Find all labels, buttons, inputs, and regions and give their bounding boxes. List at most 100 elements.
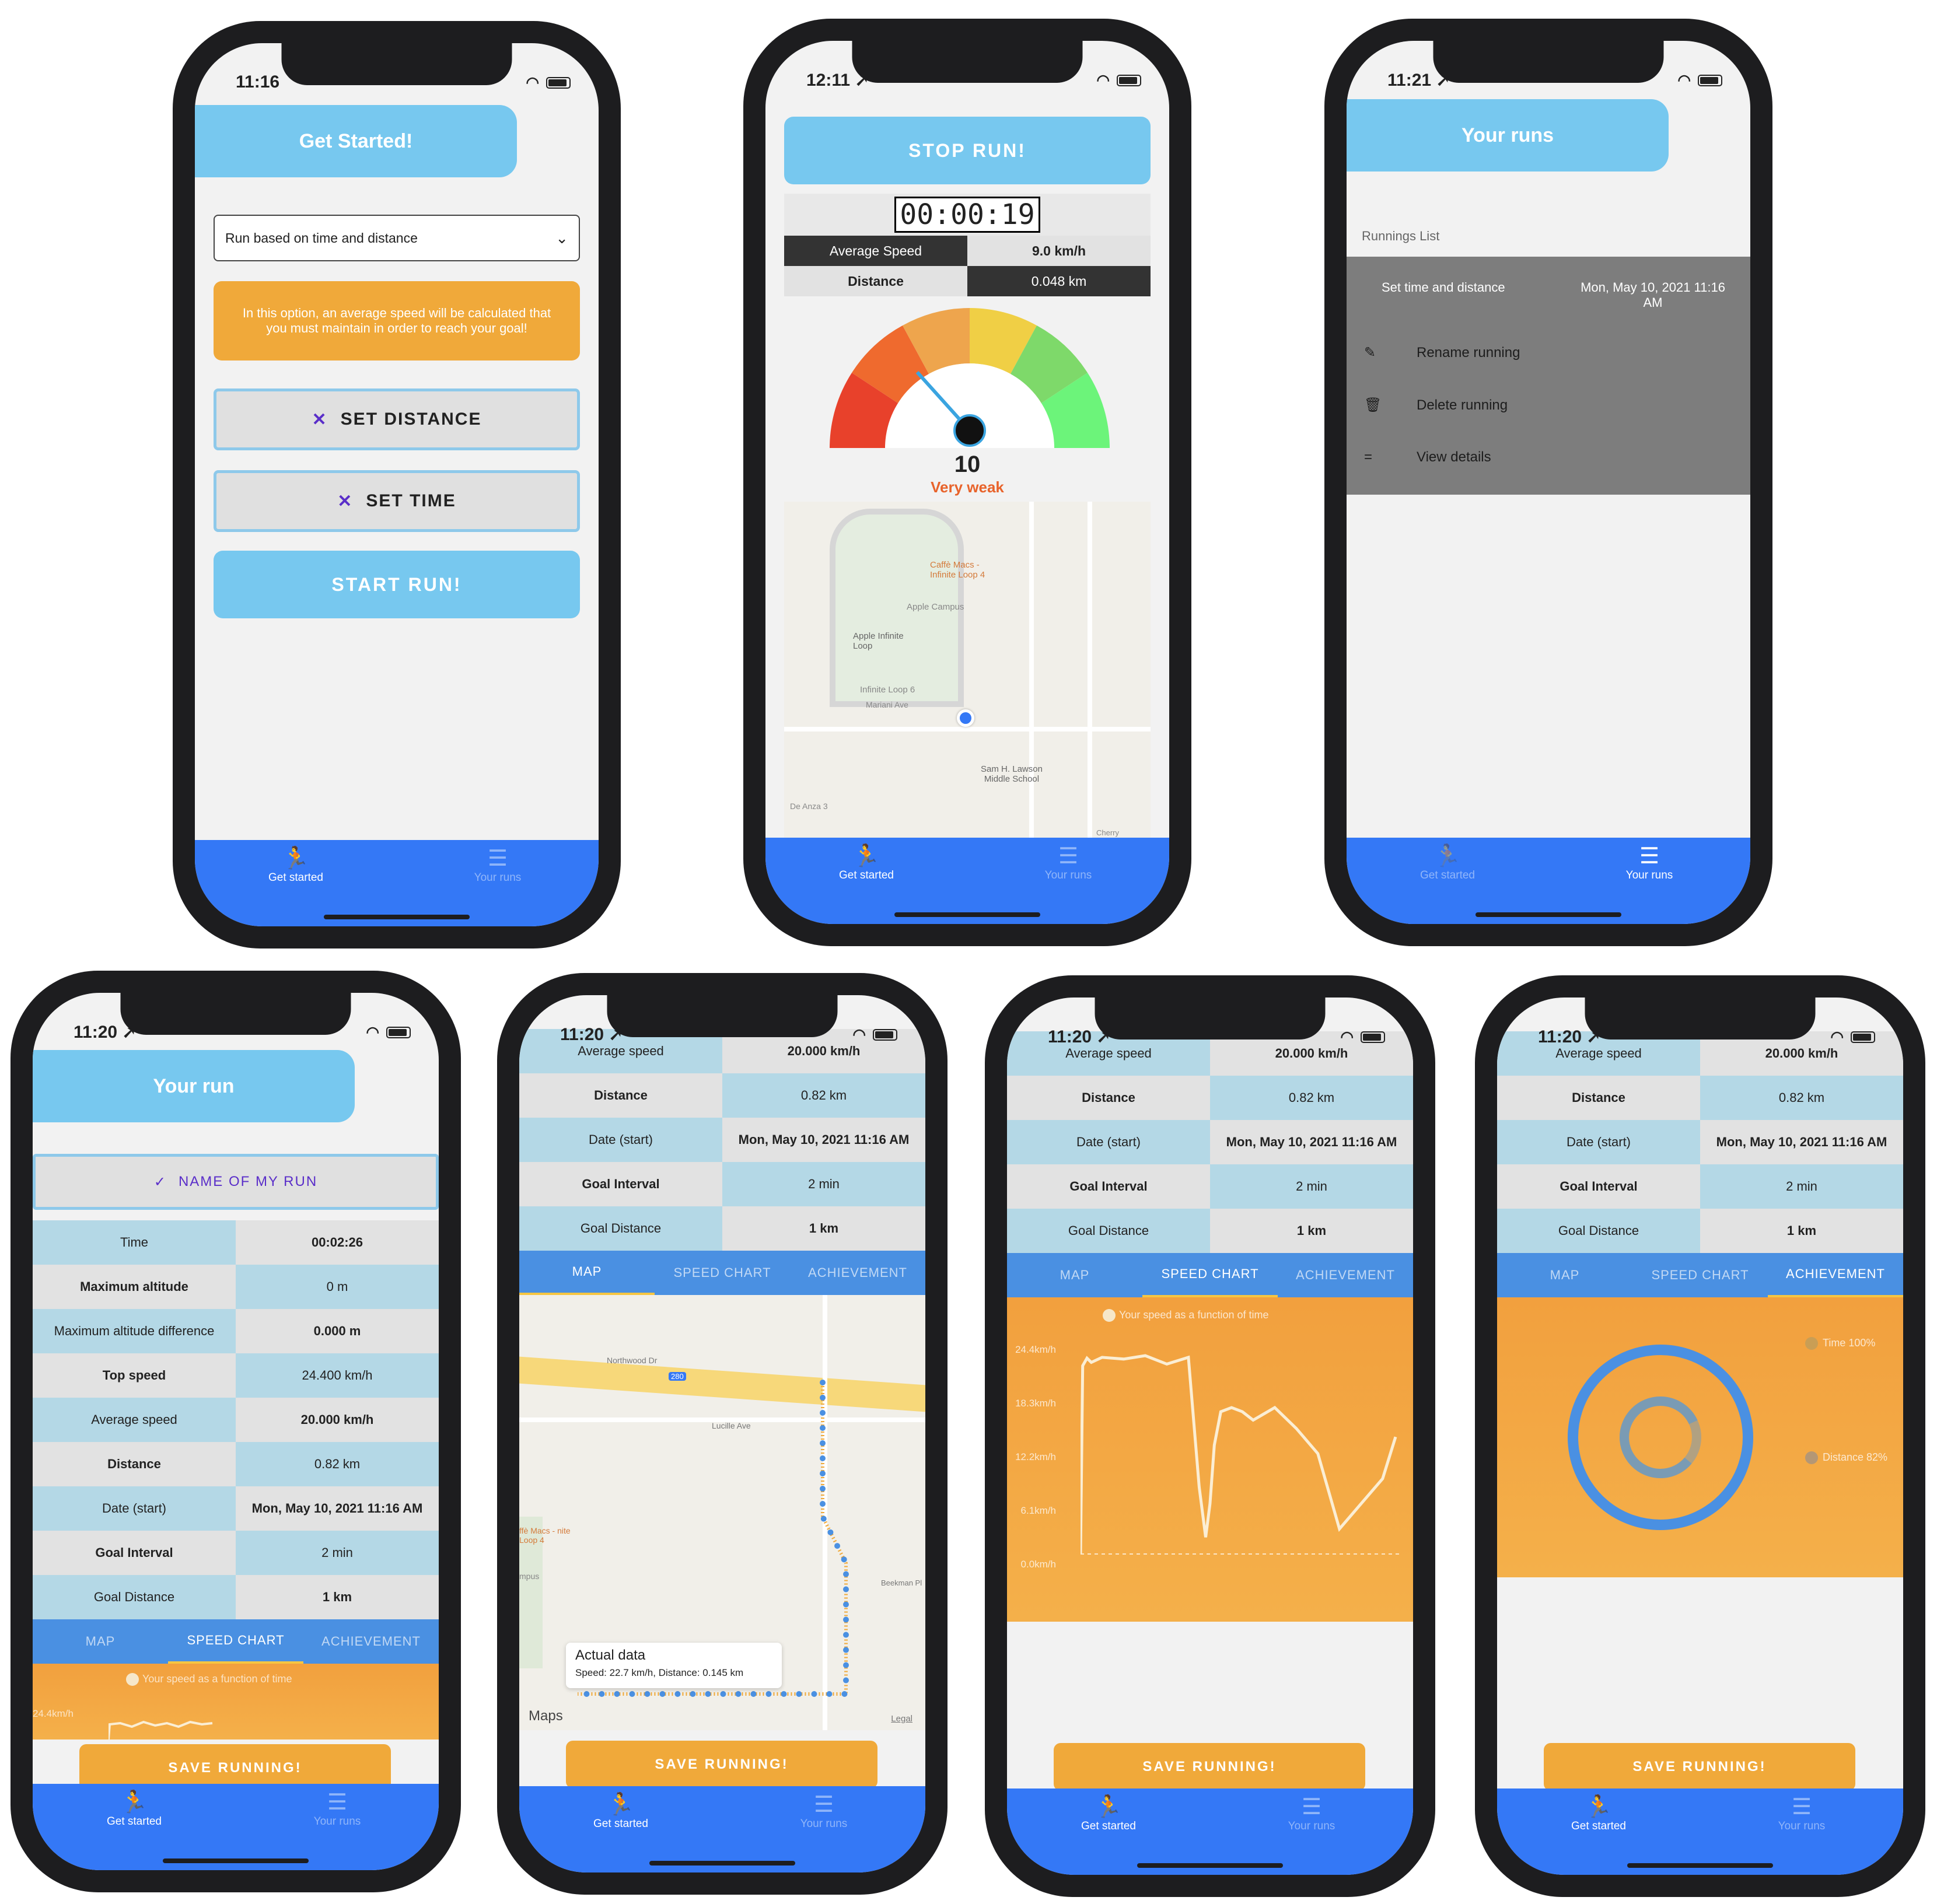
home-indicator xyxy=(894,912,1040,917)
cell-value: 0.000 m xyxy=(236,1309,439,1353)
y-tick: 24.4km/h xyxy=(1015,1344,1056,1355)
home-indicator xyxy=(649,1861,795,1866)
tab-map[interactable]: MAP xyxy=(1497,1253,1632,1297)
list-icon: ☰ xyxy=(813,1793,834,1817)
maps-logo: Maps xyxy=(529,1708,563,1724)
gauge-value: 10 xyxy=(954,452,981,477)
set-time-button[interactable]: ✕ SET TIME xyxy=(214,470,580,532)
tab-speed-chart[interactable]: SPEED CHART xyxy=(1142,1253,1278,1297)
name-run-button[interactable]: ✓ NAME OF MY RUN xyxy=(33,1154,439,1210)
tab-get-started[interactable]: 🏃 Get started xyxy=(765,844,967,882)
legal-link[interactable]: Legal xyxy=(891,1714,912,1724)
running-list-item[interactable]: Set time and distance Mon, May 10, 2021 … xyxy=(1347,257,1750,495)
tab-get-started[interactable]: 🏃 Get started xyxy=(1007,1794,1210,1833)
y-tick: 18.3km/h xyxy=(1015,1398,1056,1409)
cell-label: Goal Interval xyxy=(1007,1164,1210,1209)
tab-get-started[interactable]: 🏃 Get started xyxy=(1497,1794,1700,1833)
tab-your-runs[interactable]: ☰ Your runs xyxy=(722,1792,925,1831)
speed-line xyxy=(109,1720,213,1740)
tab-achievement[interactable]: ACHIEVEMENT xyxy=(1278,1253,1413,1297)
set-distance-button[interactable]: ✕ SET DISTANCE xyxy=(214,388,580,450)
tab-map[interactable]: MAP xyxy=(519,1251,655,1295)
table-row: Goal Distance 1 km xyxy=(519,1206,925,1251)
route-map[interactable]: Northwood Dr 280 Lucille Ave Beekman Pl … xyxy=(519,1295,925,1730)
home-indicator xyxy=(163,1859,309,1863)
tab-speed-chart[interactable]: SPEED CHART xyxy=(1632,1253,1768,1297)
map-label: Infinite Loop 6 xyxy=(860,685,915,695)
map-label: Cherry xyxy=(1096,828,1120,837)
tab-your-runs[interactable]: ☰ Your runs xyxy=(236,1790,439,1828)
time-ring xyxy=(1567,1345,1753,1530)
cell-label: Date (start) xyxy=(519,1118,722,1162)
timer: 00:00:19 xyxy=(894,197,1040,233)
speed-series-line xyxy=(1081,1354,1397,1555)
start-run-button[interactable]: START RUN! xyxy=(214,551,580,618)
mode-select[interactable]: Run based on time and distance ⌄ xyxy=(214,215,580,261)
tab-get-started[interactable]: 🏃 Get started xyxy=(195,846,397,884)
tab-bar: 🏃 Get started ☰ Your runs xyxy=(765,838,1169,924)
save-running-button[interactable]: SAVE RUNNING! xyxy=(1054,1743,1365,1791)
legend-label: Your speed as a function of time xyxy=(142,1673,292,1685)
distance-row: Distance 0.048 km xyxy=(784,266,1151,296)
cell-label: Distance xyxy=(519,1073,722,1118)
cell-value: 00:02:26 xyxy=(236,1220,439,1265)
cell-value: Mon, May 10, 2021 11:16 AM xyxy=(722,1118,925,1162)
tab-get-started[interactable]: 🏃 Get started xyxy=(1347,844,1548,882)
map-view[interactable]: Caffè Macs - Infinite Loop 4 Apple Campu… xyxy=(784,502,1151,856)
notch xyxy=(120,993,351,1035)
save-running-button[interactable]: SAVE RUNNING! xyxy=(566,1741,877,1788)
tab-map[interactable]: MAP xyxy=(33,1619,168,1664)
tab-achievement[interactable]: ACHIEVEMENT xyxy=(790,1251,925,1295)
menu-label: Delete running xyxy=(1417,397,1508,413)
battery-icon xyxy=(873,1028,897,1041)
cell-value: 0 m xyxy=(236,1265,439,1309)
tab-your-runs[interactable]: ☰ Your runs xyxy=(397,846,599,884)
map-label: Sam H. Lawson Middle School xyxy=(981,764,1043,784)
battery-icon xyxy=(1361,1031,1385,1043)
speed-chart-preview: Your speed as a function of time 24.4km/… xyxy=(33,1664,439,1740)
tab-achievement[interactable]: ACHIEVEMENT xyxy=(1768,1253,1903,1297)
tab-achievement[interactable]: ACHIEVEMENT xyxy=(303,1619,439,1664)
tab-your-runs[interactable]: ☰ Your runs xyxy=(1548,844,1750,882)
cell-label: Goal Interval xyxy=(33,1531,236,1575)
runner-icon: 🏃 xyxy=(120,1790,148,1815)
y-tick: 0.0km/h xyxy=(1020,1559,1056,1570)
tab-get-started[interactable]: 🏃 Get started xyxy=(519,1792,722,1831)
table-row: Date (start) Mon, May 10, 2021 11:16 AM xyxy=(519,1118,925,1162)
tab-label: Get started xyxy=(268,872,323,884)
cell-value: 24.400 km/h xyxy=(236,1353,439,1398)
tab-your-runs[interactable]: ☰ Your runs xyxy=(1700,1794,1903,1833)
cell-label: Goal Distance xyxy=(519,1206,722,1251)
table-row: Goal Distance 1 km xyxy=(33,1575,439,1619)
notch xyxy=(607,995,838,1037)
map-label: Mariani Ave xyxy=(866,700,908,709)
tab-get-started[interactable]: 🏃 Get started xyxy=(33,1790,236,1828)
view-details-item[interactable]: = View details xyxy=(1364,449,1491,466)
running-name: Set time and distance xyxy=(1382,280,1505,295)
screen: 11:20 ➚ ◠ Average speed 20.000 km/h Dista… xyxy=(519,995,925,1873)
map-label: mpus xyxy=(519,1572,540,1581)
tab-your-runs[interactable]: ☰ Your runs xyxy=(967,844,1169,882)
cell-value: 2 min xyxy=(1210,1164,1413,1209)
stop-run-button[interactable]: STOP RUN! xyxy=(784,117,1151,184)
cell-value: 0.82 km xyxy=(1700,1076,1903,1120)
cell-value: 1 km xyxy=(722,1206,925,1251)
tab-speed-chart[interactable]: SPEED CHART xyxy=(168,1619,303,1664)
tab-bar: 🏃 Get started ☰ Your runs xyxy=(195,840,599,926)
screen: 11:21 ➚ ◠ Your runs Runnings List Set ti… xyxy=(1347,41,1750,924)
legend-dot xyxy=(1805,1451,1818,1465)
phone-achievement: 11:20 ➚ ◠ Average speed 20.000 km/h Dista… xyxy=(1475,975,1925,1897)
rename-running-item[interactable]: ✎ Rename running xyxy=(1364,344,1520,361)
table-row: Date (start) Mon, May 10, 2021 11:16 AM xyxy=(1497,1120,1903,1164)
tab-your-runs[interactable]: ☰ Your runs xyxy=(1210,1794,1413,1833)
cell-value: 20.000 km/h xyxy=(236,1398,439,1442)
cell-label: Time xyxy=(33,1220,236,1265)
callout-text: Speed: 22.7 km/h, Distance: 0.145 km xyxy=(575,1667,744,1678)
close-icon: ✕ xyxy=(312,410,328,429)
delete-running-item[interactable]: 🗑 Delete running xyxy=(1364,397,1508,414)
table-row: Distance 0.82 km xyxy=(1497,1076,1903,1120)
cell-label: Average speed xyxy=(33,1398,236,1442)
tab-speed-chart[interactable]: SPEED CHART xyxy=(655,1251,790,1295)
save-running-button[interactable]: SAVE RUNNING! xyxy=(1544,1743,1855,1791)
tab-map[interactable]: MAP xyxy=(1007,1253,1142,1297)
